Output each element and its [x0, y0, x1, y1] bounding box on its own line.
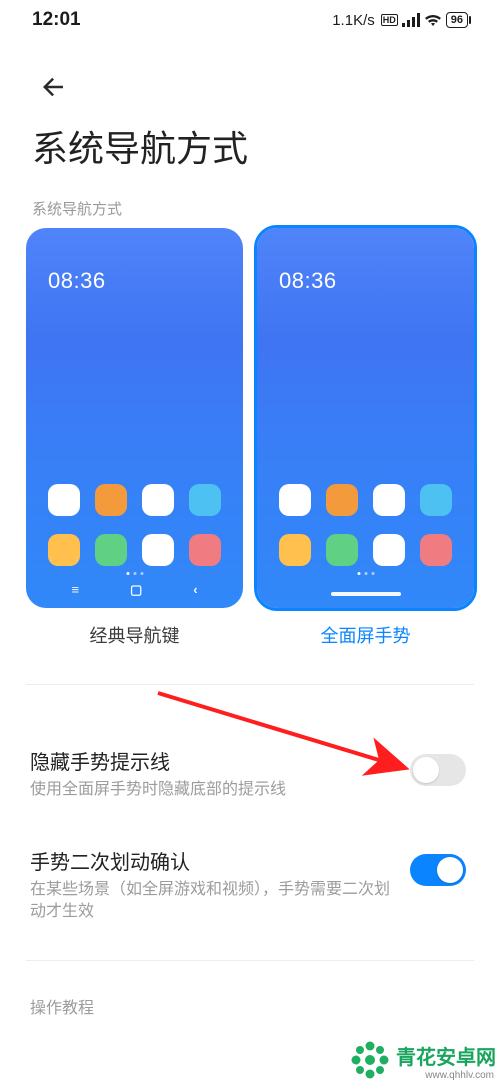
home-icon: ▢	[130, 582, 142, 598]
preview-app-icon	[420, 484, 452, 516]
gesture-hint-bar	[331, 592, 401, 596]
nav-option-classic[interactable]: 08:36 ≡ ▢ ‹ 经典导航键	[26, 228, 243, 648]
tutorial-link[interactable]: 操作教程	[30, 994, 94, 1018]
setting-desc: 在某些场景（如全屏游戏和视频），手势需要二次划动才生效	[30, 879, 470, 924]
nav-option-gesture[interactable]: 08:36 全面屏手势	[257, 228, 474, 648]
setting-double-swipe: 手势二次划动确认 在某些场景（如全屏游戏和视频），手势需要二次划动才生效	[30, 846, 470, 924]
preview-app-icon	[189, 484, 221, 516]
wifi-icon	[424, 13, 442, 27]
preview-app-icon	[48, 534, 80, 566]
page-dots	[357, 572, 374, 575]
preview-app-icon	[189, 534, 221, 566]
preview-app-icon	[142, 484, 174, 516]
watermark-logo-icon	[350, 1040, 390, 1080]
setting-hide-hint: 隐藏手势提示线 使用全面屏手势时隐藏底部的提示线	[30, 746, 470, 801]
back-button[interactable]	[38, 72, 68, 102]
section-label: 系统导航方式	[32, 198, 122, 219]
hd-icon: HD	[381, 14, 398, 26]
setting-desc: 使用全面屏手势时隐藏底部的提示线	[30, 779, 470, 801]
recents-icon: ≡	[71, 582, 79, 598]
preview-app-icon	[48, 484, 80, 516]
preview-app-icon	[95, 534, 127, 566]
battery-icon: 96	[446, 12, 468, 28]
watermark-text: 青花安卓网	[396, 1047, 496, 1069]
page-dots	[126, 572, 143, 575]
preview-app-icon	[279, 484, 311, 516]
setting-title: 手势二次划动确认	[30, 846, 470, 875]
preview-app-icon	[142, 534, 174, 566]
net-speed: 1.1K/s	[332, 12, 375, 29]
divider	[26, 684, 474, 685]
watermark: 青花安卓网 www.qhhlv.com	[350, 1040, 496, 1080]
preview-app-icon	[95, 484, 127, 516]
status-time: 12:01	[32, 9, 81, 31]
divider	[26, 960, 474, 961]
signal-icon	[402, 13, 420, 27]
preview-app-icon	[326, 484, 358, 516]
status-indicators: 1.1K/s HD 96	[332, 12, 468, 29]
preview-time: 08:36	[48, 268, 106, 294]
toggle-double-swipe[interactable]	[410, 854, 466, 886]
setting-title: 隐藏手势提示线	[30, 746, 470, 775]
preview-app-icon	[373, 534, 405, 566]
page-title: 系统导航方式	[32, 120, 248, 172]
back-nav-icon: ‹	[193, 582, 197, 598]
status-bar: 12:01 1.1K/s HD 96	[0, 0, 500, 40]
preview-icons	[26, 484, 243, 566]
watermark-url: www.qhhlv.com	[425, 1070, 494, 1081]
preview-app-icon	[420, 534, 452, 566]
classic-caption: 经典导航键	[26, 622, 243, 648]
preview-app-icon	[373, 484, 405, 516]
nav-option-cards: 08:36 ≡ ▢ ‹ 经典导航键 08:36 全面屏手势	[26, 228, 474, 648]
preview-time: 08:36	[279, 268, 337, 294]
gesture-caption: 全面屏手势	[257, 622, 474, 648]
preview-app-icon	[326, 534, 358, 566]
preview-icons	[257, 484, 474, 566]
preview-app-icon	[279, 534, 311, 566]
classic-nav-bar: ≡ ▢ ‹	[26, 582, 243, 598]
toggle-hide-hint[interactable]	[410, 754, 466, 786]
